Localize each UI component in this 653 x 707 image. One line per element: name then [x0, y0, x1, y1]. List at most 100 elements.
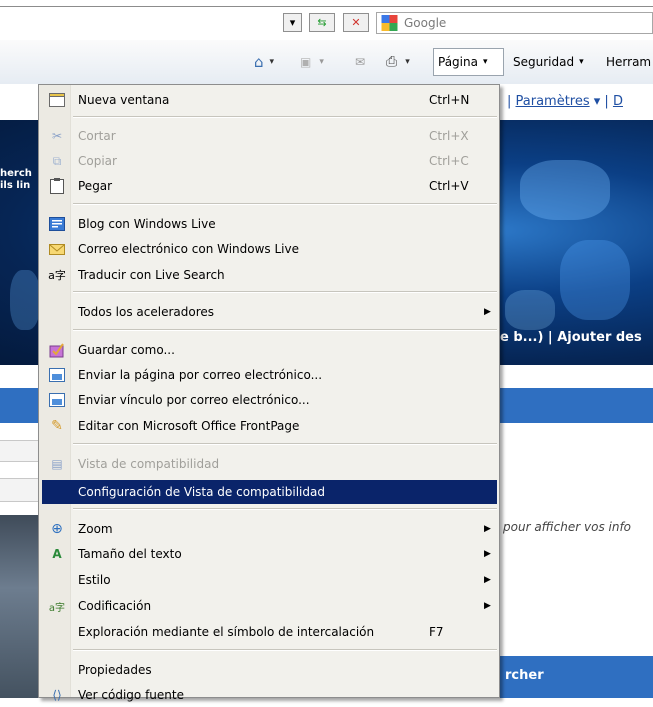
menu-item-encoding[interactable]: a字 Codificación ▶ [42, 594, 497, 618]
menu-item-label: Cortar [78, 129, 116, 143]
edit-pencil-icon: ✎ [51, 418, 63, 434]
menu-item-all-accelerators[interactable]: Todos los aceleradores ▶ [42, 300, 497, 324]
send-link-icon [48, 391, 66, 409]
encoding-icon: a字 [48, 602, 66, 614]
close-icon: ✕ [351, 16, 361, 29]
menu-item-mail-live[interactable]: Correo electrónico con Windows Live [42, 237, 497, 261]
paste-icon [48, 177, 66, 195]
menu-item-paste[interactable]: Pegar Ctrl+V [42, 174, 497, 198]
view-source-icon: ⟨⟩ [52, 688, 62, 702]
menu-item-label: Zoom [78, 522, 113, 536]
menu-item-properties[interactable]: Propiedades [42, 658, 497, 682]
menu-separator [73, 329, 497, 331]
menu-separator [73, 508, 497, 510]
compat-view-icon: ▤ [51, 457, 63, 471]
menu-separator [73, 203, 497, 205]
settings-link[interactable]: Paramètres [516, 94, 590, 109]
home-icon: ⌂ [254, 53, 264, 71]
security-menu-label: Seguridad [513, 55, 575, 69]
menu-item-compat-settings[interactable]: Configuración de Vista de compatibilidad [42, 480, 497, 504]
menu-item-label: Copiar [78, 154, 117, 168]
menu-item-view-source[interactable]: ⟨⟩ Ver código fuente [42, 683, 497, 707]
tools-menu-label: Herram [606, 55, 652, 69]
page-info-text: pour afficher vos info [503, 520, 632, 534]
search-input[interactable]: Google [404, 16, 446, 30]
search-box[interactable]: Google [376, 12, 653, 34]
blog-icon [48, 215, 66, 233]
menu-separator [73, 649, 497, 651]
menu-item-new-window[interactable]: Nueva ventana Ctrl+N [42, 88, 497, 112]
banner-decoration [560, 240, 630, 320]
menu-item-shortcut: F7 [429, 625, 444, 639]
tools-menu-button[interactable]: Herram [606, 48, 651, 76]
translate-icon: a字 [48, 269, 66, 282]
mail-icon: ✉ [355, 55, 366, 69]
chevron-down-icon: ▾ [579, 57, 584, 67]
menu-item-copy[interactable]: ⧉ Copiar Ctrl+C [42, 149, 497, 173]
menu-item-cut[interactable]: ✂ Cortar Ctrl+X [42, 124, 497, 148]
stop-button[interactable]: ✕ [343, 13, 369, 32]
menu-item-caret-browsing[interactable]: Exploración mediante el símbolo de inter… [42, 620, 497, 644]
strip-border [0, 6, 653, 7]
dropdown-button[interactable]: ▾ [283, 13, 302, 32]
top-links: | Paramètres ▾ | D [507, 94, 623, 109]
mail-icon [48, 240, 66, 258]
send-page-icon [48, 366, 66, 384]
menu-item-save-as[interactable]: Guardar como... [42, 338, 497, 362]
search-link[interactable]: herch [0, 168, 32, 180]
refresh-button[interactable]: ⇆ [309, 13, 335, 32]
chevron-down-icon: ▾ [319, 57, 324, 67]
menu-item-translate[interactable]: a字 Traducir con Live Search [42, 263, 497, 287]
print-button[interactable]: ⎙ ▾ [386, 52, 410, 72]
text-size-icon: A [52, 547, 62, 561]
menu-item-send-link[interactable]: Enviar vínculo por correo electrónico... [42, 388, 497, 412]
menu-item-shortcut: Ctrl+C [429, 154, 469, 168]
banner-links[interactable]: e b...) | Ajouter des [500, 330, 642, 345]
menu-item-label: Estilo [78, 573, 111, 587]
banner-left-links: herch ils lin [0, 168, 32, 192]
menu-item-shortcut: Ctrl+X [429, 129, 469, 143]
menu-item-label: Configuración de Vista de compatibilidad [78, 485, 325, 499]
menu-separator [73, 116, 497, 118]
menu-item-compat-view[interactable]: ▤ Vista de compatibilidad [42, 452, 497, 476]
home-button[interactable]: ⌂ ▾ [254, 52, 274, 72]
useful-links-link[interactable]: ils lin [0, 180, 32, 192]
page-row [0, 478, 40, 502]
menu-item-label: Enviar la página por correo electrónico.… [78, 368, 323, 382]
new-window-icon [48, 91, 66, 109]
menu-item-label: Nueva ventana [78, 93, 170, 107]
zoom-icon: ⊕ [51, 521, 63, 537]
menu-item-edit-frontpage[interactable]: ✎ Editar con Microsoft Office FrontPage [42, 414, 497, 438]
menu-item-shortcut: Ctrl+N [429, 93, 470, 107]
page-menu-button[interactable]: Página ▾ [433, 48, 504, 76]
chevron-down-icon: ▾ [482, 57, 488, 67]
menu-item-blog[interactable]: Blog con Windows Live [42, 212, 497, 236]
menu-item-label: Todos los aceleradores [78, 305, 215, 319]
page-row [0, 440, 40, 462]
menu-item-label: Propiedades [78, 663, 152, 677]
menu-item-label: Codificación [78, 599, 152, 613]
submenu-arrow-icon: ▶ [484, 575, 491, 585]
menu-item-send-page[interactable]: Enviar la página por correo electrónico.… [42, 363, 497, 387]
read-mail-button[interactable]: ✉ [355, 52, 365, 72]
banner-decoration [10, 270, 40, 330]
more-link[interactable]: D [613, 94, 623, 109]
feeds-button[interactable]: ▣ ▾ [300, 52, 324, 72]
address-strip: ▾ ⇆ ✕ Google [0, 0, 653, 40]
menu-item-label: Vista de compatibilidad [78, 457, 220, 471]
submenu-arrow-icon: ▶ [484, 307, 491, 317]
submenu-arrow-icon: ▶ [484, 601, 491, 611]
menu-item-style[interactable]: Estilo ▶ [42, 568, 497, 592]
banner-decoration [505, 290, 555, 330]
menu-item-zoom[interactable]: ⊕ Zoom ▶ [42, 517, 497, 541]
menu-item-label: Editar con Microsoft Office FrontPage [78, 419, 300, 433]
google-logo-icon [381, 15, 398, 31]
security-menu-button[interactable]: Seguridad ▾ [513, 48, 584, 76]
printer-icon: ⎙ [386, 54, 398, 70]
menu-item-label: Pegar [78, 179, 113, 193]
chevron-down-icon: ▾ [289, 16, 296, 29]
copy-icon: ⧉ [52, 153, 62, 168]
menu-item-label: Blog con Windows Live [78, 217, 216, 231]
menu-item-text-size[interactable]: A Tamaño del texto ▶ [42, 542, 497, 566]
chevron-down-icon: ▾ [269, 57, 275, 67]
